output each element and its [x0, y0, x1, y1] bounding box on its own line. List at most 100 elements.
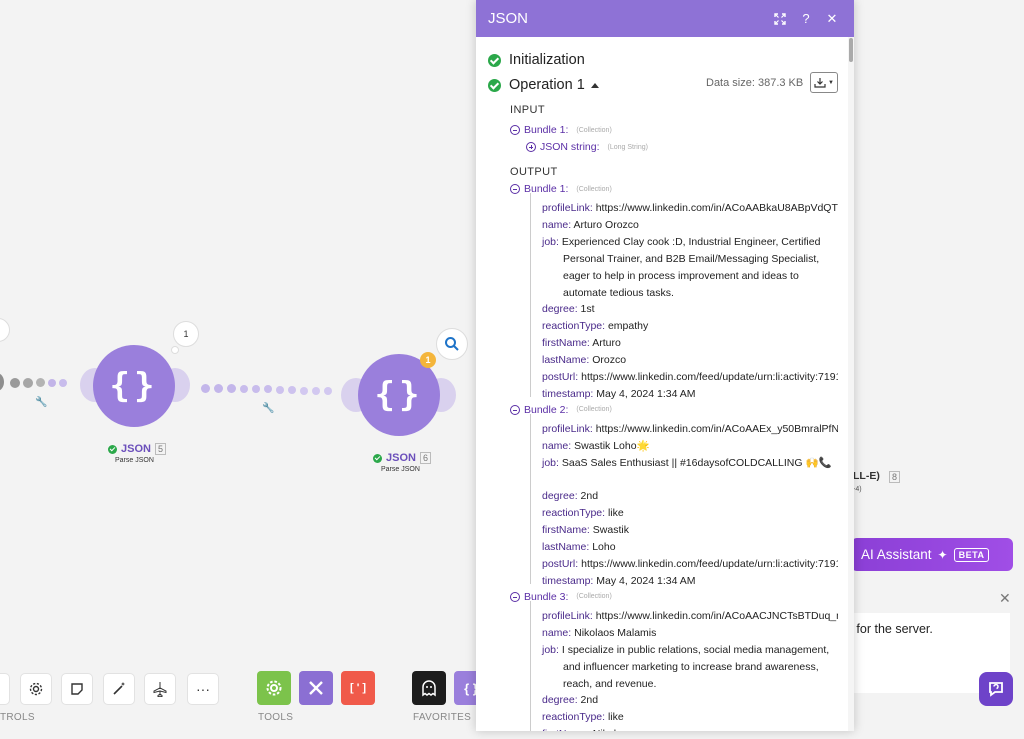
gear-icon	[29, 682, 43, 696]
connector-dot	[48, 379, 56, 387]
output-field: job: I specialize in public relations, s…	[542, 643, 830, 690]
beta-badge: BETA	[953, 547, 990, 562]
help-icon[interactable]: ?	[800, 11, 812, 26]
partial-node-sub: -4)	[853, 486, 862, 493]
output-field: firstName: Arturo	[542, 337, 621, 350]
output-field: degree: 2nd	[542, 694, 599, 707]
tree-guide-line	[530, 193, 531, 397]
sparkle-icon: ✦	[937, 547, 948, 562]
tree-guide-line	[530, 413, 531, 584]
tools-text-parser-tile[interactable]: [ ' ]	[341, 671, 375, 705]
output-field: timestamp: May 4, 2024 1:34 AM	[542, 574, 696, 587]
gear-icon	[266, 680, 282, 696]
connector-dot	[201, 384, 210, 393]
connector-dot	[264, 385, 272, 393]
json-string-field[interactable]: JSON string: (Long String)	[526, 141, 648, 153]
input-section-label: INPUT	[510, 104, 545, 116]
json-node-5[interactable]: {}	[93, 345, 175, 427]
more-button[interactable]: ···	[187, 673, 219, 705]
close-icon[interactable]: ✕	[826, 11, 838, 27]
output-field: name: Nikolaos Malamis	[542, 626, 657, 639]
connector-dot	[0, 373, 4, 391]
output-field: firstName: Swastik	[542, 524, 629, 537]
output-bundle[interactable]: Bundle 3: (Collection)	[510, 591, 612, 603]
node-5-label: JSON 5	[108, 443, 166, 455]
output-field: firstName: Nikolaos	[542, 726, 838, 731]
help-chat-button[interactable]	[979, 672, 1013, 706]
connector-dot	[214, 384, 223, 393]
search-icon	[445, 337, 459, 351]
output-field: profileLink: https://www.linkedin.com/in…	[542, 202, 838, 214]
panel-title: JSON	[488, 10, 529, 27]
controls-label: TROLS	[0, 712, 35, 723]
connector-dot	[10, 378, 20, 388]
connector-dot	[36, 378, 45, 387]
connector-dot	[288, 386, 296, 394]
notes-button[interactable]	[61, 673, 93, 705]
output-field: profileLink: https://www.linkedin.com/in…	[542, 422, 838, 435]
output-field: job: SaaS Sales Enthusiast || #16daysofC…	[542, 456, 832, 469]
output-field: reactionType: like	[542, 507, 624, 520]
connector-dot	[240, 385, 248, 393]
tree-guide-line	[530, 600, 531, 731]
panel-scrollbar[interactable]	[848, 37, 854, 731]
output-field: name: Arturo Orozco	[542, 218, 639, 231]
tools-flow-control-tile[interactable]	[257, 671, 291, 705]
wrench-icon[interactable]: 🔧	[35, 397, 47, 408]
input-bundle[interactable]: Bundle 1: (Collection)	[510, 124, 612, 136]
collapse-icon[interactable]	[510, 591, 520, 602]
bubble-tail	[171, 346, 179, 354]
airplane-icon	[153, 682, 167, 697]
json-output-panel: JSON ? ✕ Initialization Operation 1 Data…	[476, 0, 854, 731]
success-check-icon	[488, 78, 501, 92]
output-bundle[interactable]: Bundle 2: (Collection)	[510, 404, 612, 416]
collapse-icon[interactable]	[510, 125, 520, 135]
close-icon[interactable]: ✕	[999, 590, 1011, 607]
connector-dot	[300, 387, 308, 395]
note-icon	[71, 683, 83, 695]
run-once-button[interactable]	[0, 673, 10, 705]
operations-count-bubble[interactable]: 1	[173, 321, 199, 347]
expand-icon[interactable]	[774, 12, 786, 25]
data-size: Data size: 387.3 KB	[706, 77, 804, 89]
tools-tools-tile[interactable]	[299, 671, 333, 705]
wrench-icon[interactable]: 🔧	[262, 403, 274, 414]
connector-dot	[276, 386, 284, 394]
inspect-output-button[interactable]	[436, 328, 468, 360]
node-6-label: JSON 6	[373, 452, 431, 464]
collapse-icon[interactable]	[510, 184, 520, 194]
expand-icon[interactable]	[526, 142, 536, 152]
node-6-subtitle: Parse JSON	[381, 466, 420, 473]
connector-dot	[324, 387, 332, 395]
tools-label: TOOLS	[258, 712, 294, 723]
operation-row[interactable]: Operation 1	[488, 77, 599, 93]
favorites-label: FAVORITES	[413, 712, 472, 723]
connector-dot	[312, 387, 320, 395]
panel-header: JSON ? ✕	[476, 0, 854, 37]
output-field: timestamp: May 4, 2024 1:34 AM	[542, 387, 696, 400]
collapse-caret-icon[interactable]	[590, 82, 599, 88]
tools-icon	[309, 681, 323, 695]
favorite-ghost-tile[interactable]	[412, 671, 446, 705]
download-button[interactable]: ▼	[810, 72, 838, 93]
output-field: degree: 2nd	[542, 490, 599, 503]
output-bundle[interactable]: Bundle 1: (Collection)	[510, 183, 612, 195]
output-field: reactionType: like	[542, 711, 624, 724]
panel-scrollbar-thumb[interactable]	[849, 38, 853, 62]
output-field: lastName: Loho	[542, 541, 616, 554]
partial-node-num: 8	[889, 471, 901, 483]
auto-align-button[interactable]	[103, 673, 135, 705]
output-section-label: OUTPUT	[510, 166, 558, 178]
scheduling-button[interactable]	[20, 673, 52, 705]
success-check-icon	[108, 444, 117, 454]
chevron-down-icon: ▼	[828, 79, 834, 86]
connector-dot	[252, 385, 260, 393]
partial-node-bubble	[0, 318, 10, 342]
chat-icon	[989, 682, 1003, 697]
ai-assistant-button[interactable]: AI Assistant ✦ BETA	[851, 538, 1013, 571]
success-check-icon	[373, 453, 382, 463]
collapse-icon[interactable]	[510, 404, 520, 415]
connector-dot	[59, 379, 67, 387]
explain-flow-button[interactable]	[144, 673, 176, 705]
message-text: g for the server.	[846, 622, 933, 636]
